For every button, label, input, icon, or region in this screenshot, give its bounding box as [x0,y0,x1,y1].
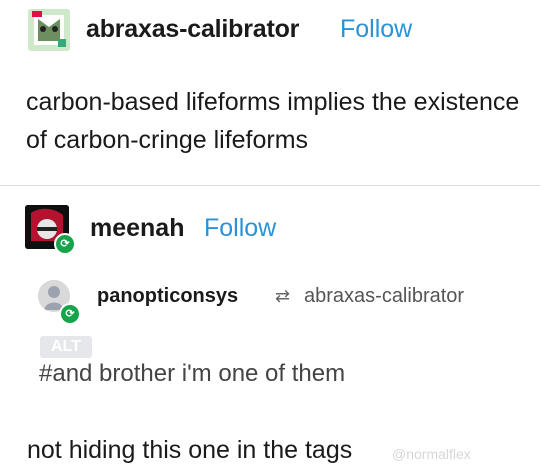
reblog-badge-icon: ⟳ [54,233,76,255]
username-link[interactable]: meenah [90,214,184,243]
post-text: not hiding this one in the tags [27,436,353,464]
reblog-source-link[interactable]: abraxas-calibrator [304,285,464,308]
reblog-badge-icon: ⟳ [59,303,81,325]
reblog-icon: ⇄ [275,286,291,306]
follow-button[interactable]: Follow [204,214,276,243]
post-text: carbon-based lifeforms implies the exist… [26,88,520,154]
follow-button[interactable]: Follow [340,15,412,44]
username-link[interactable]: abraxas-calibrator [86,15,299,44]
watermark: @normalflex [392,446,471,462]
avatar[interactable] [28,9,70,51]
alt-badge[interactable]: ALT [40,336,92,358]
divider [0,185,540,186]
tags[interactable]: #and brother i'm one of them [39,360,345,388]
reblogged-username-link[interactable]: panopticonsys [97,285,238,308]
